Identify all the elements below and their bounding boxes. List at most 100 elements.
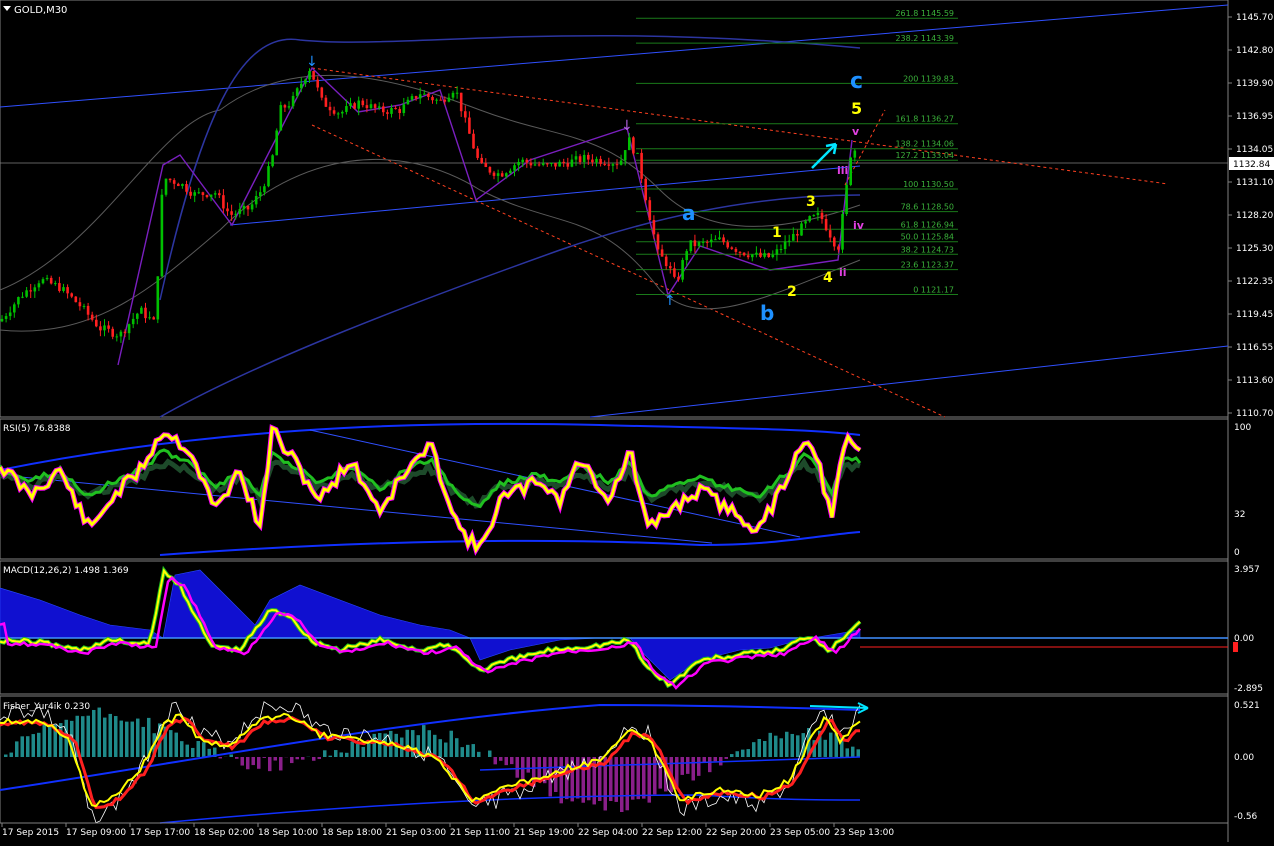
candle-body bbox=[497, 173, 500, 176]
candle-body bbox=[329, 107, 332, 110]
candle-body bbox=[813, 215, 816, 216]
candle-body bbox=[357, 101, 360, 109]
candle-body bbox=[649, 200, 652, 220]
fisher-hist-bar bbox=[120, 721, 124, 757]
candle-body bbox=[403, 104, 406, 113]
candle-body bbox=[796, 234, 799, 236]
fisher-hist-bar bbox=[268, 757, 272, 771]
fisher-hist-bar bbox=[373, 734, 377, 757]
price-tick-label: 1139.90 bbox=[1236, 79, 1273, 89]
chart-canvas[interactable]: GOLD,M30 261.8 1145.59238.2 1143.39200 1… bbox=[0, 0, 1274, 842]
fisher-hist-bar bbox=[87, 716, 91, 757]
candle-body bbox=[124, 332, 127, 334]
candle-body bbox=[267, 166, 270, 186]
candle-body bbox=[161, 195, 164, 277]
candle-body bbox=[558, 162, 561, 167]
fisher-hist-bar bbox=[169, 730, 173, 757]
fisher-hist-bar bbox=[26, 736, 30, 757]
price-tick-label: 1134.05 bbox=[1236, 145, 1273, 155]
candle-body bbox=[767, 253, 770, 257]
price-tick-label: 1122.35 bbox=[1236, 277, 1273, 287]
candle-body bbox=[226, 208, 229, 211]
fisher-hist-bar bbox=[142, 727, 146, 757]
candle-body bbox=[722, 237, 725, 242]
candle-body bbox=[70, 293, 73, 296]
candle-body bbox=[542, 163, 545, 165]
candle-body bbox=[374, 104, 377, 108]
candle-body bbox=[54, 283, 57, 284]
fisher-hist-bar bbox=[301, 757, 305, 760]
candle-body bbox=[79, 302, 82, 306]
candle-body bbox=[50, 278, 53, 284]
fisher-hist-bar bbox=[37, 733, 41, 757]
candle-body bbox=[214, 193, 217, 194]
candle-body bbox=[136, 314, 139, 319]
fisher-hist-bar bbox=[125, 722, 129, 757]
candle-body bbox=[804, 221, 807, 223]
candle-body bbox=[476, 148, 479, 157]
candle-body bbox=[390, 108, 393, 114]
time-tick-label: 17 Sep 2015 bbox=[2, 828, 59, 838]
candle-body bbox=[800, 223, 803, 235]
candle-body bbox=[341, 112, 344, 114]
fisher-hist-bar bbox=[560, 757, 564, 803]
time-tick-label: 18 Sep 10:00 bbox=[258, 828, 318, 838]
price-tick-label: 1136.95 bbox=[1236, 112, 1273, 122]
candle-body bbox=[817, 213, 820, 215]
candle-body bbox=[423, 94, 426, 95]
fisher-hist-bar bbox=[681, 757, 685, 775]
rsi-pane[interactable]: RSI(5) 76.8388 100 32 0 bbox=[0, 419, 1251, 559]
candle-body bbox=[181, 184, 184, 186]
fisher-hist-bar bbox=[241, 757, 245, 766]
fib-level-label: 61.8 1126.94 bbox=[901, 220, 954, 229]
fisher-hist-bar bbox=[714, 757, 718, 761]
candle-body bbox=[837, 246, 840, 249]
fisher-hist-bar bbox=[708, 757, 712, 772]
candle-body bbox=[595, 159, 598, 162]
candle-body bbox=[144, 308, 147, 318]
macd-pane[interactable]: MACD(12,26,2) 1.498 1.369 3.957 0.00 -2.… bbox=[0, 561, 1263, 694]
fisher-hist-bar bbox=[312, 757, 316, 761]
fisher-hist-bar bbox=[340, 752, 344, 757]
time-tick-label: 17 Sep 09:00 bbox=[66, 828, 126, 838]
candle-body bbox=[751, 255, 754, 258]
fisher-hist-bar bbox=[378, 733, 382, 757]
fisher-hist-bar bbox=[450, 731, 454, 757]
price-tick-label: 1119.45 bbox=[1236, 310, 1273, 320]
fisher-hist-bar bbox=[774, 736, 778, 757]
candle-body bbox=[825, 219, 828, 230]
fisher-hist-bar bbox=[191, 748, 195, 757]
candle-body bbox=[120, 332, 123, 337]
fisher-hist-bar bbox=[752, 742, 756, 757]
candle-body bbox=[349, 103, 352, 106]
fisher-hist-bar bbox=[219, 757, 223, 758]
candle-body bbox=[312, 71, 315, 80]
fisher-pane[interactable]: Fisher_Yur4ik 0.230 0.521 0.00 -0.56 bbox=[0, 696, 1260, 823]
candle-body bbox=[739, 252, 742, 253]
candle-body bbox=[193, 192, 196, 196]
candle-body bbox=[792, 234, 795, 241]
candle-body bbox=[230, 211, 233, 215]
fib-level-label: 78.6 1128.50 bbox=[901, 203, 954, 212]
candle-body bbox=[624, 150, 627, 160]
candle-body bbox=[382, 106, 385, 112]
main-pane-border bbox=[0, 0, 1228, 417]
candle-body bbox=[234, 214, 237, 215]
candle-body bbox=[833, 238, 836, 247]
candle-body bbox=[439, 100, 442, 101]
candle-body bbox=[189, 192, 192, 196]
fisher-hist-bar bbox=[785, 732, 789, 757]
fisher-hist-bar bbox=[230, 754, 234, 757]
candle-body bbox=[472, 134, 475, 149]
symbol-title: GOLD,M30 bbox=[14, 5, 67, 16]
fisher-hist-bar bbox=[252, 757, 256, 765]
fisher-hist-bar bbox=[257, 757, 261, 769]
fisher-hist-bar bbox=[697, 757, 701, 776]
candle-body bbox=[169, 179, 172, 180]
candle-body bbox=[296, 88, 299, 96]
fisher-hist-bar bbox=[851, 747, 855, 757]
time-tick-label: 21 Sep 11:00 bbox=[450, 828, 510, 838]
candle-body bbox=[460, 93, 463, 111]
candle-body bbox=[62, 287, 65, 291]
candle-body bbox=[603, 164, 606, 165]
